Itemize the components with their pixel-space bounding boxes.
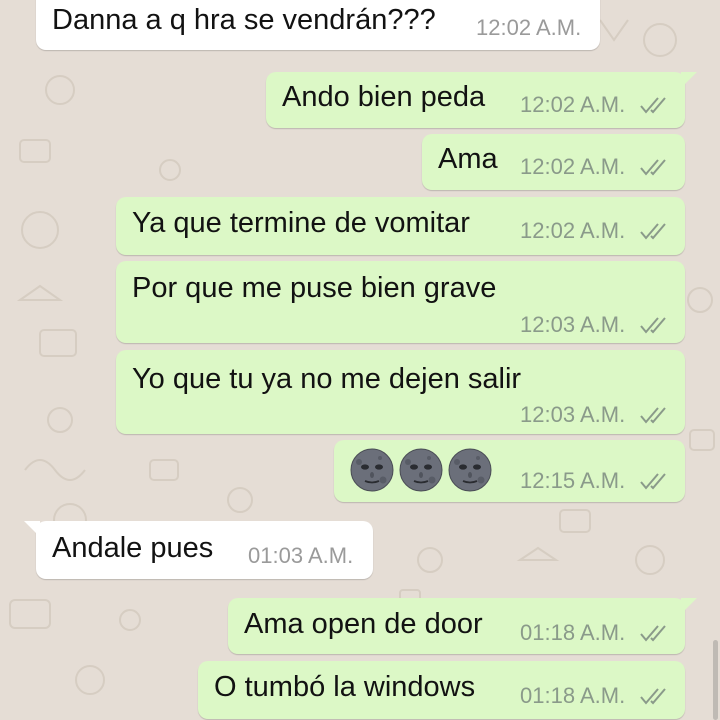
message-bubble-outgoing[interactable]: Yo que tu ya no me dejen salir 12:03 A.M…: [116, 350, 685, 434]
message-time: 12:02 A.M.: [520, 92, 626, 117]
read-ticks-icon: [640, 407, 666, 424]
message-time: 01:18 A.M.: [520, 620, 626, 645]
message-time: 12:02 A.M.: [520, 154, 626, 179]
message-text: Yo que tu ya no me dejen salir: [132, 363, 522, 395]
message-text: Andale pues: [52, 532, 214, 564]
bubble-tail: [24, 521, 40, 537]
new-moon-face-icon: [448, 448, 492, 492]
message-bubble-outgoing[interactable]: Por que me puse bien grave 12:03 A.M.: [116, 261, 685, 343]
new-moon-face-icon: [350, 448, 394, 492]
message-bubble-outgoing[interactable]: Ama 12:02 A.M.: [422, 134, 685, 190]
read-ticks-icon: [640, 688, 666, 705]
message-text: Ya que termine de vomitar: [132, 207, 470, 239]
message-time: 12:02 A.M.: [476, 15, 582, 40]
message-time: 12:02 A.M.: [520, 218, 626, 243]
read-ticks-icon: [640, 97, 666, 114]
message-time: 12:15 A.M.: [520, 468, 626, 493]
message-time: 01:18 A.M.: [520, 683, 626, 708]
read-ticks-icon: [640, 473, 666, 490]
scrollbar[interactable]: [713, 640, 718, 720]
message-text: Ama: [438, 143, 498, 175]
message-time: 01:03 A.M.: [248, 543, 354, 568]
message-bubble-outgoing[interactable]: Ando bien peda 12:02 A.M.: [266, 72, 697, 128]
message-bubble-incoming[interactable]: Danna a q hra se vendrán??? 12:02 A.M.: [36, 0, 600, 50]
read-ticks-icon: [640, 159, 666, 176]
message-bubble-incoming[interactable]: Andale pues 01:03 A.M.: [24, 521, 373, 579]
message-text: O tumbó la windows: [214, 671, 476, 703]
message-text: Por que me puse bien grave: [132, 272, 497, 304]
message-text: Danna a q hra se vendrán???: [52, 4, 436, 36]
message-text: Ando bien peda: [282, 81, 486, 113]
read-ticks-icon: [640, 317, 666, 334]
message-bubble-outgoing[interactable]: Ama open de door 01:18 A.M.: [228, 598, 697, 654]
read-ticks-icon: [640, 625, 666, 642]
message-time: 12:03 A.M.: [520, 402, 626, 427]
message-text: Ama open de door: [244, 608, 483, 640]
read-ticks-icon: [640, 223, 666, 240]
bubble-tail: [681, 72, 697, 88]
message-bubble-outgoing[interactable]: 12:15 A.M.: [334, 440, 685, 502]
chat-thread[interactable]: Danna a q hra se vendrán??? 12:02 A.M. A…: [0, 0, 720, 720]
message-bubble-outgoing[interactable]: Ya que termine de vomitar 12:02 A.M.: [116, 197, 685, 255]
message-time: 12:03 A.M.: [520, 312, 626, 337]
message-bubble-outgoing[interactable]: O tumbó la windows 01:18 A.M.: [198, 661, 685, 719]
bubble-tail: [681, 598, 697, 614]
new-moon-face-icon: [399, 448, 443, 492]
